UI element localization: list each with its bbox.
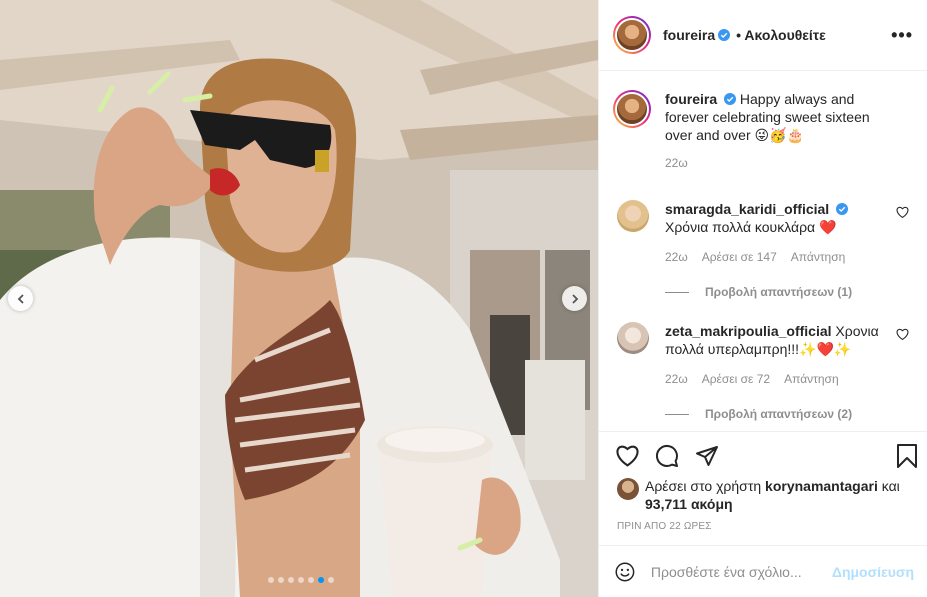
comment-text: Χρόνια πολλά κουκλάρα ❤️ [665, 219, 837, 235]
commenter-avatar[interactable] [617, 322, 649, 354]
caption-username[interactable]: foureira [665, 91, 717, 107]
chevron-left-icon [17, 293, 24, 304]
verified-icon [718, 29, 731, 41]
likes-summary: Αρέσει στο χρήστη korynamantagari και 93… [617, 477, 917, 513]
post-panel: foureira • Ακολουθείτε ••• foureira Happ… [598, 0, 927, 597]
view-replies-label: Προβολή απαντήσεων (1) [705, 285, 853, 299]
comment-item: zeta_makripoulia_official Χρονια πολλά υ… [617, 322, 917, 388]
comments-list: foureira Happy always and forever celebr… [599, 72, 927, 430]
emoji-icon[interactable] [615, 560, 635, 584]
likes-conjunction: και [881, 478, 900, 494]
commenter-username[interactable]: zeta_makripoulia_official [665, 323, 832, 339]
heart-icon[interactable] [896, 206, 909, 218]
carousel-next-button[interactable] [562, 286, 587, 311]
carousel-dots [268, 577, 334, 583]
carousel-dot [278, 577, 284, 583]
comment-input[interactable] [650, 563, 832, 580]
likes-prefix: Αρέσει στο χρήστη [645, 478, 762, 494]
commenter-avatar[interactable] [617, 200, 649, 232]
commenter-username[interactable]: smaragda_karidi_official [665, 201, 829, 217]
reply-button[interactable]: Απάντηση [791, 248, 846, 266]
carousel-dot [308, 577, 314, 583]
share-icon[interactable] [695, 444, 719, 468]
carousel-dot [288, 577, 294, 583]
carousel-prev-button[interactable] [8, 286, 33, 311]
liker-username[interactable]: korynamantagari [765, 478, 878, 494]
caption-time[interactable]: 22ω [665, 154, 900, 172]
comment-likes[interactable]: Αρέσει σε 72 [702, 370, 770, 388]
comment-icon[interactable] [655, 444, 679, 468]
bookmark-icon[interactable] [896, 444, 918, 468]
follow-status[interactable]: • Ακολουθείτε [736, 27, 826, 43]
reply-button[interactable]: Απάντηση [784, 370, 839, 388]
carousel-dot [298, 577, 304, 583]
view-replies-label: Προβολή απαντήσεων (2) [705, 407, 853, 421]
more-icon[interactable]: ••• [891, 25, 913, 46]
post-caption: foureira Happy always and forever celebr… [613, 90, 900, 172]
comment-time[interactable]: 22ω [665, 248, 688, 266]
author-avatar[interactable] [613, 16, 651, 54]
verified-icon [724, 93, 737, 105]
likes-count[interactable]: 93,711 ακόμη [645, 496, 733, 512]
carousel-dot [268, 577, 274, 583]
comment-likes[interactable]: Αρέσει σε 147 [702, 248, 777, 266]
carousel-dot [328, 577, 334, 583]
comment-time[interactable]: 22ω [665, 370, 688, 388]
view-replies-button[interactable]: Προβολή απαντήσεων (1) [665, 285, 852, 299]
post-timestamp[interactable]: ΠΡΙΝ ΑΠΟ 22 ΩΡΕΣ [617, 521, 712, 532]
photo-image [0, 0, 598, 597]
post-photo[interactable] [0, 0, 598, 597]
caption-avatar[interactable] [613, 90, 651, 128]
view-replies-button[interactable]: Προβολή απαντήσεων (2) [665, 407, 852, 421]
verified-icon [836, 203, 849, 215]
chevron-right-icon [571, 293, 578, 304]
publish-button[interactable]: Δημοσίευση [832, 564, 914, 580]
heart-icon[interactable] [896, 328, 909, 340]
liker-avatar[interactable] [617, 478, 639, 500]
author-username[interactable]: foureira [663, 27, 715, 43]
add-comment-bar: Δημοσίευση [599, 545, 927, 597]
like-heart-icon[interactable] [615, 444, 640, 467]
post-header: foureira • Ακολουθείτε ••• [599, 0, 927, 71]
action-bar [599, 431, 927, 480]
comment-item: smaragda_karidi_official Χρόνια πολλά κο… [617, 200, 917, 266]
carousel-dot [318, 577, 324, 583]
